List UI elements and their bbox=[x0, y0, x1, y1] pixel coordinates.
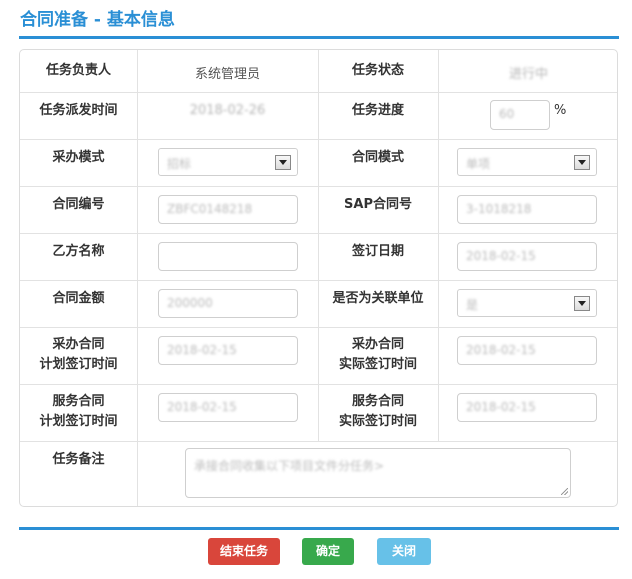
sign-date-label: 签订日期 bbox=[351, 244, 404, 259]
row-divider bbox=[20, 441, 617, 442]
progress-label: 任务进度 bbox=[351, 103, 404, 118]
contract-mode-label: 合同模式 bbox=[351, 150, 404, 165]
chevron-down-icon[interactable] bbox=[275, 155, 291, 170]
owner-label: 任务负责人 bbox=[45, 63, 111, 78]
header-divider bbox=[19, 36, 619, 39]
chevron-down-icon[interactable] bbox=[574, 296, 590, 311]
status-value: 进行中 bbox=[508, 67, 548, 82]
dispatch-time-value: 2018-02-26 bbox=[189, 103, 266, 118]
contract-no-label: 合同编号 bbox=[52, 197, 105, 212]
purchase-actual-date-label: 采办合同 实际签订时间 bbox=[338, 337, 417, 372]
status-label: 任务状态 bbox=[351, 63, 404, 78]
progress-input[interactable]: 60 bbox=[490, 100, 550, 130]
amount-label: 合同金额 bbox=[52, 291, 105, 306]
contract-mode-select[interactable]: 单项 bbox=[457, 148, 597, 176]
col-divider bbox=[137, 50, 138, 506]
remark-label: 任务备注 bbox=[52, 452, 105, 467]
owner-value: 系统管理员 bbox=[194, 67, 260, 82]
related-unit-select[interactable]: 是 bbox=[457, 289, 597, 317]
sap-no-input[interactable]: 3-1018218 bbox=[457, 195, 597, 224]
party-b-label: 乙方名称 bbox=[52, 244, 105, 259]
party-b-input[interactable] bbox=[158, 242, 298, 271]
service-plan-date-input[interactable]: 2018-02-15 bbox=[158, 393, 298, 422]
basic-info-form: 任务负责人 系统管理员 任务状态 进行中 任务派发时间 2018-02-26 任… bbox=[19, 49, 618, 507]
confirm-button[interactable]: 确定 bbox=[302, 538, 354, 565]
close-button[interactable]: 关闭 bbox=[377, 538, 431, 565]
remark-textarea[interactable]: 承接合同收集以下项目文件分任务> bbox=[185, 448, 571, 498]
footer-divider bbox=[19, 527, 619, 530]
finish-task-button[interactable]: 结束任务 bbox=[208, 538, 280, 565]
purchase-plan-date-input[interactable]: 2018-02-15 bbox=[158, 336, 298, 365]
related-unit-label: 是否为关联单位 bbox=[332, 291, 424, 306]
sap-no-label: SAP合同号 bbox=[344, 197, 412, 212]
contract-no-input[interactable]: ZBFC0148218 bbox=[158, 195, 298, 224]
purchase-plan-date-label: 采办合同 计划签订时间 bbox=[39, 337, 118, 372]
purchase-actual-date-input[interactable]: 2018-02-15 bbox=[457, 336, 597, 365]
service-actual-date-input[interactable]: 2018-02-15 bbox=[457, 393, 597, 422]
service-plan-date-label: 服务合同 计划签订时间 bbox=[39, 394, 118, 429]
chevron-down-icon[interactable] bbox=[574, 155, 590, 170]
purchase-mode-label: 采办模式 bbox=[52, 150, 105, 165]
col-divider bbox=[438, 50, 439, 441]
service-actual-date-label: 服务合同 实际签订时间 bbox=[338, 394, 417, 429]
purchase-mode-select[interactable]: 招标 bbox=[158, 148, 298, 176]
dispatch-time-label: 任务派发时间 bbox=[39, 103, 118, 118]
sign-date-input[interactable]: 2018-02-15 bbox=[457, 242, 597, 271]
page-title: 合同准备 - 基本信息 bbox=[20, 10, 175, 30]
amount-input[interactable]: 200000 bbox=[158, 289, 298, 318]
progress-unit: % bbox=[554, 103, 567, 118]
resize-grip-icon[interactable] bbox=[561, 488, 568, 495]
